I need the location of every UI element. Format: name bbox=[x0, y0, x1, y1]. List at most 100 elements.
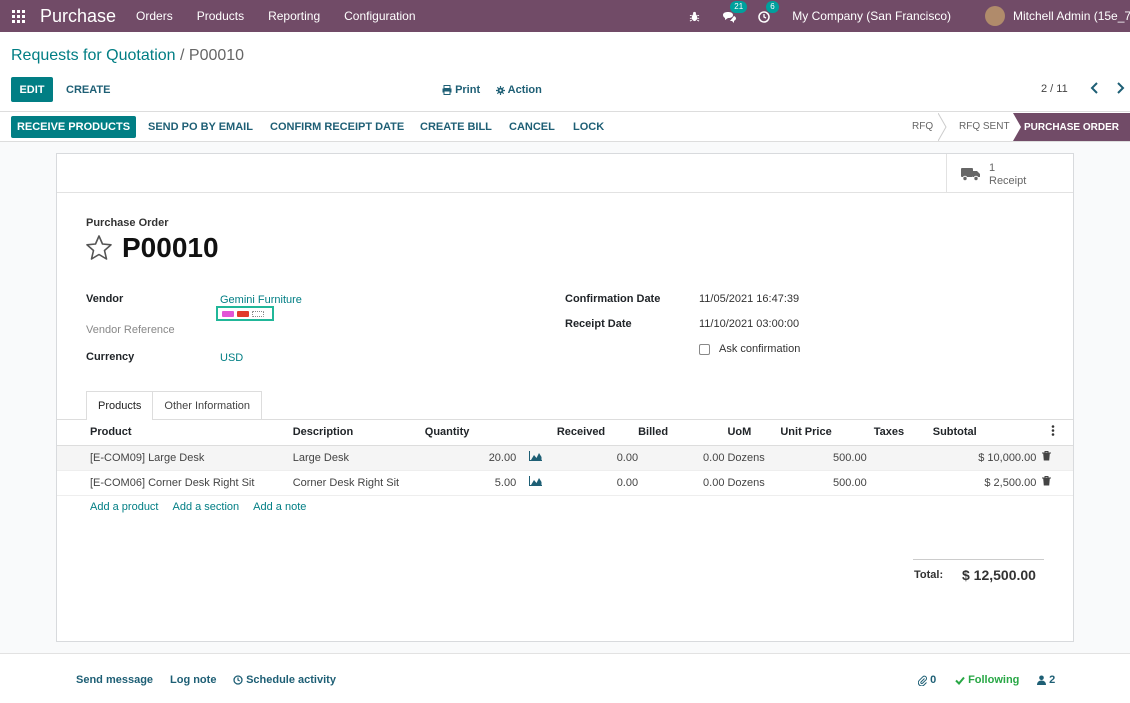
total-amount: $ 12,500.00 bbox=[962, 567, 1036, 583]
receipt-label: Receipt bbox=[989, 175, 1027, 187]
tab-other-information[interactable]: Other Information bbox=[152, 391, 263, 420]
stage-rfq[interactable]: RFQ bbox=[912, 121, 933, 132]
send-po-email-button[interactable]: SEND PO BY EMAIL bbox=[148, 121, 253, 133]
ask-confirmation-checkbox[interactable] bbox=[699, 344, 710, 355]
col-unit-price[interactable]: Unit Price bbox=[780, 420, 867, 446]
vendor-label: Vendor bbox=[86, 293, 124, 305]
forecast-chart-icon[interactable] bbox=[516, 445, 557, 471]
following-button[interactable]: Following bbox=[955, 674, 1019, 686]
attachments-count: 0 bbox=[930, 674, 937, 686]
col-description[interactable]: Description bbox=[292, 420, 425, 446]
edit-button[interactable]: EDIT bbox=[11, 77, 53, 102]
breadcrumb-current: P00010 bbox=[188, 47, 245, 64]
breadcrumb-separator: / bbox=[180, 47, 185, 64]
cell-description[interactable]: Corner Desk Right Sit bbox=[292, 470, 425, 496]
messaging-icon[interactable]: 21 bbox=[722, 1, 748, 23]
pager-next-icon[interactable] bbox=[1115, 81, 1125, 97]
company-switcher[interactable]: My Company (San Francisco) bbox=[792, 9, 951, 23]
col-forecast bbox=[516, 420, 557, 446]
col-billed[interactable]: Billed bbox=[638, 420, 725, 446]
forecast-chart-icon[interactable] bbox=[516, 470, 557, 496]
cell-uom[interactable]: Dozens bbox=[724, 470, 781, 496]
col-uom[interactable]: UoM bbox=[724, 420, 781, 446]
trash-icon[interactable] bbox=[1036, 470, 1073, 496]
cell-received[interactable]: 0.00 bbox=[556, 445, 639, 471]
cell-billed: 0.00 bbox=[638, 445, 725, 471]
pager-previous-icon[interactable] bbox=[1090, 81, 1100, 97]
breadcrumb: Requests for Quotation / P00010 bbox=[11, 47, 244, 65]
create-bill-button[interactable]: CREATE BILL bbox=[420, 121, 492, 133]
cell-received[interactable]: 0.00 bbox=[556, 470, 639, 496]
receipt-smart-button[interactable]: 1 Receipt bbox=[946, 154, 1073, 193]
menu-reporting[interactable]: Reporting bbox=[268, 9, 320, 23]
add-note-link[interactable]: Add a note bbox=[253, 501, 306, 513]
cell-uom[interactable]: Dozens bbox=[724, 445, 781, 471]
vendor-field[interactable]: Gemini Furniture bbox=[220, 294, 302, 306]
receive-products-button[interactable]: RECEIVE PRODUCTS bbox=[11, 116, 136, 138]
table-row[interactable]: [E-COM06] Corner Desk Right Sit Corner D… bbox=[57, 470, 1073, 496]
following-label: Following bbox=[968, 674, 1020, 686]
vendor-tags[interactable] bbox=[216, 306, 274, 321]
cell-product[interactable]: [E-COM06] Corner Desk Right Sit bbox=[57, 470, 293, 496]
cell-product[interactable]: [E-COM09] Large Desk bbox=[57, 445, 293, 471]
col-product[interactable]: Product bbox=[57, 420, 293, 446]
action-dropdown[interactable]: Action bbox=[496, 84, 542, 96]
add-product-link[interactable]: Add a product bbox=[90, 501, 159, 513]
confirmation-date-label: Confirmation Date bbox=[565, 293, 661, 305]
activity-clock-icon[interactable]: 6 bbox=[758, 1, 779, 23]
form-title-label: Purchase Order bbox=[86, 217, 169, 229]
col-received[interactable]: Received bbox=[556, 420, 639, 446]
cell-billed: 0.00 bbox=[638, 470, 725, 496]
col-quantity[interactable]: Quantity bbox=[424, 420, 517, 446]
cell-unit-price[interactable]: 500.00 bbox=[780, 470, 867, 496]
add-section-link[interactable]: Add a section bbox=[173, 501, 240, 513]
send-message-button[interactable]: Send message bbox=[76, 674, 153, 686]
schedule-activity-button[interactable]: Schedule activity bbox=[233, 674, 336, 686]
vendor-reference-label: Vendor Reference bbox=[86, 324, 175, 336]
followers-button[interactable]: 2 bbox=[1037, 674, 1055, 686]
print-dropdown[interactable]: Print bbox=[442, 84, 480, 96]
cell-unit-price[interactable]: 500.00 bbox=[780, 445, 867, 471]
receipt-count: 1 bbox=[989, 162, 996, 174]
debug-bug-icon[interactable] bbox=[689, 9, 700, 23]
confirmation-date-value[interactable]: 11/05/2021 16:47:39 bbox=[699, 293, 799, 305]
col-subtotal[interactable]: Subtotal bbox=[932, 420, 1037, 446]
top-navbar: Purchase Orders Products Reporting Confi… bbox=[0, 0, 1130, 32]
cell-taxes[interactable] bbox=[866, 445, 933, 471]
user-menu[interactable]: Mitchell Admin (15e_7 bbox=[1013, 9, 1130, 23]
table-row[interactable]: [E-COM09] Large Desk Large Desk 20.00 0.… bbox=[57, 445, 1073, 471]
pager-value[interactable]: 2 / 11 bbox=[1041, 83, 1068, 95]
activities-badge: 6 bbox=[766, 1, 779, 13]
attachments-button[interactable]: 0 bbox=[918, 674, 936, 686]
cancel-button[interactable]: CANCEL bbox=[509, 121, 555, 133]
tab-products[interactable]: Products bbox=[86, 391, 154, 420]
create-button[interactable]: CREATE bbox=[66, 84, 110, 96]
receipt-date-value[interactable]: 11/10/2021 03:00:00 bbox=[699, 318, 799, 330]
menu-configuration[interactable]: Configuration bbox=[344, 9, 415, 23]
col-taxes[interactable]: Taxes bbox=[866, 420, 933, 446]
breadcrumb-parent[interactable]: Requests for Quotation bbox=[11, 47, 176, 64]
app-name[interactable]: Purchase bbox=[40, 6, 116, 27]
po-name: P00010 bbox=[122, 232, 219, 263]
button-box: 1 Receipt bbox=[57, 154, 1073, 193]
total-label: Total: bbox=[914, 569, 944, 581]
confirm-receipt-date-button[interactable]: CONFIRM RECEIPT DATE bbox=[270, 121, 404, 133]
user-avatar[interactable] bbox=[985, 6, 1005, 26]
currency-field[interactable]: USD bbox=[220, 352, 243, 364]
menu-orders[interactable]: Orders bbox=[136, 9, 173, 23]
print-icon bbox=[442, 85, 452, 96]
log-note-button[interactable]: Log note bbox=[170, 674, 216, 686]
cell-description[interactable]: Large Desk bbox=[292, 445, 425, 471]
lock-button[interactable]: LOCK bbox=[573, 121, 604, 133]
truck-icon bbox=[961, 168, 980, 181]
star-icon[interactable] bbox=[85, 234, 113, 262]
optional-columns-icon[interactable] bbox=[1036, 420, 1073, 446]
cell-quantity[interactable]: 5.00 bbox=[424, 470, 517, 496]
stage-rfq-sent[interactable]: RFQ SENT bbox=[959, 121, 1010, 132]
menu-products[interactable]: Products bbox=[197, 9, 244, 23]
schedule-activity-label: Schedule activity bbox=[246, 674, 336, 686]
apps-menu-icon[interactable] bbox=[0, 0, 36, 32]
trash-icon[interactable] bbox=[1036, 445, 1073, 471]
cell-quantity[interactable]: 20.00 bbox=[424, 445, 517, 471]
cell-taxes[interactable] bbox=[866, 470, 933, 496]
